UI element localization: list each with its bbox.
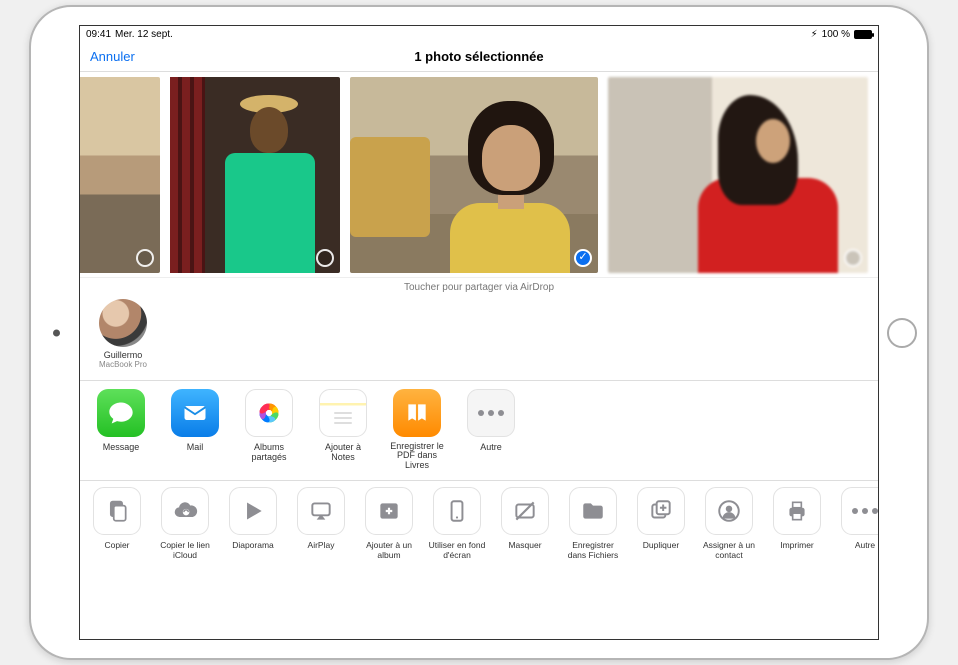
action-slideshow[interactable]: Diaporama bbox=[222, 487, 284, 637]
select-indicator-icon[interactable] bbox=[136, 249, 154, 267]
action-add-album[interactable]: Ajouter à un album bbox=[358, 487, 420, 637]
screen: 09:41 Mer. 12 sept. ⚡︎ 100 % Annuler 1 p… bbox=[79, 25, 879, 640]
action-label: Utiliser en fond d'écran bbox=[426, 540, 488, 560]
photo-strip[interactable]: ✓ bbox=[80, 72, 878, 277]
action-label: Enregistrer dans Fichiers bbox=[562, 540, 624, 560]
mail-icon bbox=[171, 389, 219, 437]
more-icon bbox=[841, 487, 878, 535]
contact-icon bbox=[705, 487, 753, 535]
checkmark-icon: ✓ bbox=[578, 252, 587, 263]
action-label: Masquer bbox=[494, 540, 556, 550]
app-label: Mail bbox=[164, 442, 226, 452]
cancel-button[interactable]: Annuler bbox=[90, 49, 135, 64]
select-indicator-icon[interactable] bbox=[844, 249, 862, 267]
action-more[interactable]: Autre bbox=[834, 487, 878, 637]
photos-icon bbox=[245, 389, 293, 437]
wallpaper-icon bbox=[433, 487, 481, 535]
app-share-row: Message Mail bbox=[80, 381, 878, 481]
contact-device: MacBook Pro bbox=[92, 360, 154, 369]
cloud-link-icon bbox=[161, 487, 209, 535]
camera-dot bbox=[53, 329, 60, 336]
action-wallpaper[interactable]: Utiliser en fond d'écran bbox=[426, 487, 488, 637]
airdrop-hint: Toucher pour partager via AirDrop bbox=[80, 277, 878, 295]
avatar bbox=[99, 299, 147, 347]
charging-icon: ⚡︎ bbox=[811, 29, 818, 40]
ipad-frame: 09:41 Mer. 12 sept. ⚡︎ 100 % Annuler 1 p… bbox=[29, 5, 929, 660]
share-app-shared-albums[interactable]: Albums partagés bbox=[238, 389, 300, 476]
airdrop-contact[interactable]: Guillermo MacBook Pro bbox=[92, 299, 154, 369]
app-label: Enregistrer le PDF dans Livres bbox=[386, 442, 448, 470]
print-icon bbox=[773, 487, 821, 535]
action-label: Ajouter à un album bbox=[358, 540, 420, 560]
photo-thumb[interactable]: ✓ bbox=[350, 77, 598, 273]
copy-icon bbox=[93, 487, 141, 535]
notes-icon bbox=[319, 389, 367, 437]
action-copy-icloud-link[interactable]: Copier le lien iCloud bbox=[154, 487, 216, 637]
airdrop-row: Guillermo MacBook Pro bbox=[80, 295, 878, 381]
action-airplay[interactable]: AirPlay bbox=[290, 487, 352, 637]
action-label: Autre bbox=[834, 540, 878, 550]
share-app-add-notes[interactable]: Ajouter à Notes bbox=[312, 389, 374, 476]
action-label: Diaporama bbox=[222, 540, 284, 550]
action-label: AirPlay bbox=[290, 540, 352, 550]
hide-icon bbox=[501, 487, 549, 535]
status-time: 09:41 bbox=[86, 29, 111, 40]
app-label: Autre bbox=[460, 442, 522, 452]
contact-name: Guillermo bbox=[92, 350, 154, 360]
more-icon bbox=[467, 389, 515, 437]
duplicate-icon bbox=[637, 487, 685, 535]
airplay-icon bbox=[297, 487, 345, 535]
action-label: Dupliquer bbox=[630, 540, 692, 550]
action-label: Imprimer bbox=[766, 540, 828, 550]
photo-thumb[interactable] bbox=[80, 77, 160, 273]
select-indicator-icon[interactable] bbox=[316, 249, 334, 267]
app-label: Ajouter à Notes bbox=[312, 442, 374, 462]
page-title: 1 photo sélectionnée bbox=[80, 49, 878, 64]
books-icon bbox=[393, 389, 441, 437]
select-indicator-icon[interactable]: ✓ bbox=[574, 249, 592, 267]
action-assign-contact[interactable]: Assigner à un contact bbox=[698, 487, 760, 637]
battery-icon bbox=[854, 30, 872, 39]
message-icon bbox=[97, 389, 145, 437]
action-print[interactable]: Imprimer bbox=[766, 487, 828, 637]
photo-thumb[interactable] bbox=[608, 77, 868, 273]
play-icon bbox=[229, 487, 277, 535]
share-app-message[interactable]: Message bbox=[90, 389, 152, 476]
nav-bar: Annuler 1 photo sélectionnée bbox=[80, 42, 878, 72]
app-label: Albums partagés bbox=[238, 442, 300, 462]
app-label: Message bbox=[90, 442, 152, 452]
action-save-files[interactable]: Enregistrer dans Fichiers bbox=[562, 487, 624, 637]
status-date: Mer. 12 sept. bbox=[115, 29, 173, 40]
action-hide[interactable]: Masquer bbox=[494, 487, 556, 637]
action-copy[interactable]: Copier bbox=[86, 487, 148, 637]
status-bar: 09:41 Mer. 12 sept. ⚡︎ 100 % bbox=[80, 26, 878, 42]
share-app-save-pdf-books[interactable]: Enregistrer le PDF dans Livres bbox=[386, 389, 448, 476]
home-button[interactable] bbox=[887, 318, 917, 348]
folder-icon bbox=[569, 487, 617, 535]
add-album-icon bbox=[365, 487, 413, 535]
action-row[interactable]: Copier Copier le lien iCloud Diaporama A… bbox=[80, 481, 878, 639]
photo-thumb[interactable] bbox=[170, 77, 340, 273]
action-label: Assigner à un contact bbox=[698, 540, 760, 560]
action-label: Copier bbox=[86, 540, 148, 550]
share-app-other[interactable]: Autre bbox=[460, 389, 522, 476]
battery-percent: 100 % bbox=[822, 29, 850, 40]
share-app-mail[interactable]: Mail bbox=[164, 389, 226, 476]
action-duplicate[interactable]: Dupliquer bbox=[630, 487, 692, 637]
action-label: Copier le lien iCloud bbox=[154, 540, 216, 560]
